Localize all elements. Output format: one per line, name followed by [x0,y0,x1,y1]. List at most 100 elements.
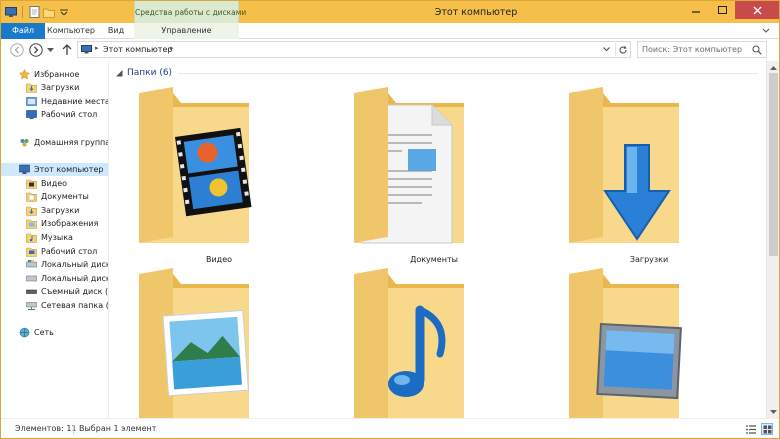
tab-view[interactable]: Вид [101,23,131,39]
back-arrow-icon [10,43,24,57]
recent-locations-button[interactable] [45,42,55,58]
documents-folder-icon [354,87,464,244]
folder-tile-music[interactable] [334,266,534,418]
recent-places-icon [26,97,37,106]
contextual-group-label: Средства работы с дисками [135,8,247,17]
homegroup-icon [20,139,29,147]
sidebar-item-video[interactable]: Видео [26,177,67,190]
sidebar-item-label: Сетевая папка (Z:) [41,301,109,310]
sidebar-item-removable-disk[interactable]: Съемный диск (F:) [26,285,109,298]
status-separator [73,425,74,434]
drive-icon [26,260,37,268]
new-folder-icon[interactable] [43,6,55,18]
sidebar-item-this-pc[interactable]: Этот компьютер [1,163,108,176]
sidebar-item-label: Загрузки [41,83,80,92]
back-button[interactable] [9,42,25,58]
sidebar-item-pictures[interactable]: Изображения [26,217,98,230]
address-bar[interactable]: ▸ Этот компьютер ▸ [77,41,631,58]
address-history-button[interactable] [600,43,612,56]
chevron-down-icon [602,47,610,52]
sidebar-item-label: Избранное [34,70,80,79]
breadcrumb-this-pc[interactable]: Этот компьютер [103,45,172,54]
up-button[interactable] [59,42,75,58]
sidebar-item-downloads[interactable]: Загрузки [26,81,79,94]
sidebar-item-label: Локальный диск (С [41,260,109,269]
scroll-up-button[interactable] [769,63,778,72]
computer-icon [19,164,30,174]
maximize-button[interactable] [709,1,735,19]
scrollbar-thumb[interactable] [769,73,778,256]
pictures-folder-icon [26,219,37,229]
computer-icon [81,45,92,54]
sidebar-item-local-disk-c[interactable]: Локальный диск (С [26,258,109,271]
sidebar-item-label: Недавние места [41,97,109,106]
chevron-down-icon[interactable] [58,6,70,18]
sidebar-item-network[interactable]: Сеть [19,326,54,339]
folder-label: Документы [410,255,458,264]
close-icon [753,6,761,14]
sidebar-item-network-drive[interactable]: Сетевая папка (Z:) [26,299,109,312]
details-view-icon [746,424,756,434]
large-icons-view-button[interactable] [761,423,773,435]
contextual-tab-group-header: Средства работы с дисками [134,1,247,23]
forward-arrow-icon [29,43,43,57]
sidebar-item-homegroup[interactable]: Домашняя группа [19,136,108,149]
sidebar-item-label: Документы [41,192,89,201]
ribbon-tab-bar: Файл Компьютер Вид Управление [1,23,779,39]
sidebar-item-label: Съемный диск (F:) [41,287,109,296]
sidebar-item-desktop-2[interactable]: Рабочий стол [26,245,97,258]
status-bar: Элементов: 11 Выбран 1 элемент [1,418,779,438]
sidebar-item-favorites[interactable]: Избранное [19,68,79,81]
close-button[interactable] [735,1,779,19]
breadcrumb-separator-icon[interactable]: ▸ [95,44,99,52]
minimize-button[interactable] [683,1,709,19]
documents-folder-icon [26,192,37,202]
explorer-window: Средства работы с дисками Этот компьютер… [0,0,780,439]
desktop-folder-icon [569,268,682,418]
search-input[interactable]: Поиск: Этот компьютер [642,45,742,54]
refresh-button[interactable] [615,43,629,56]
desktop-icon [26,110,37,119]
sidebar-item-desktop[interactable]: Рабочий стол [26,108,97,121]
search-icon [752,45,762,55]
computer-icon[interactable] [5,6,17,18]
group-header-folders[interactable]: Папки (6) [116,67,172,79]
breadcrumb-separator-icon[interactable]: ▸ [170,44,174,52]
title-bar: Средства работы с дисками Этот компьютер [1,1,779,23]
search-box[interactable]: Поиск: Этот компьютер [637,41,767,58]
quick-access-toolbar [5,4,70,20]
tab-file[interactable]: Файл [1,23,45,39]
file-list-view: Папки (6) Видео Документы Загрузки [110,61,766,418]
vertical-scrollbar[interactable] [766,61,779,418]
desktop-folder-icon [26,247,37,257]
tab-computer[interactable]: Компьютер [45,23,97,39]
refresh-icon [618,45,627,54]
forward-button[interactable] [28,42,44,58]
tab-manage[interactable]: Управление [134,23,239,39]
scroll-down-button[interactable] [769,407,778,416]
sidebar-item-local-disk-d[interactable]: Локальный диск (D [26,272,108,285]
chevron-up-icon [770,65,777,70]
details-view-button[interactable] [745,423,757,435]
sidebar-item-recent-places[interactable]: Недавние места [26,95,109,108]
properties-icon[interactable] [28,6,40,18]
folder-tile-pictures[interactable] [119,266,319,418]
folder-tile-downloads[interactable]: Загрузки [549,85,749,275]
sidebar-item-label: Рабочий стол [41,247,98,256]
group-title: Папки (6) [127,68,173,78]
expand-ribbon-button[interactable] [761,26,771,36]
chevron-down-icon [762,28,770,33]
folder-tile-documents[interactable]: Документы [334,85,534,275]
network-drive-icon [26,302,37,310]
sidebar-item-documents[interactable]: Документы [26,190,89,203]
collapse-icon [116,69,123,76]
network-icon [19,327,30,338]
large-icons-view-icon [763,425,771,433]
sidebar-item-label: Видео [41,179,68,188]
folder-tile-video[interactable]: Видео [119,85,319,275]
sidebar-item-label: Этот компьютер [34,165,104,174]
sidebar-item-downloads-2[interactable]: Загрузки [26,204,79,217]
music-folder-icon [354,268,464,418]
sidebar-item-music[interactable]: Музыка [26,231,73,244]
folder-tile-desktop[interactable] [549,266,749,418]
